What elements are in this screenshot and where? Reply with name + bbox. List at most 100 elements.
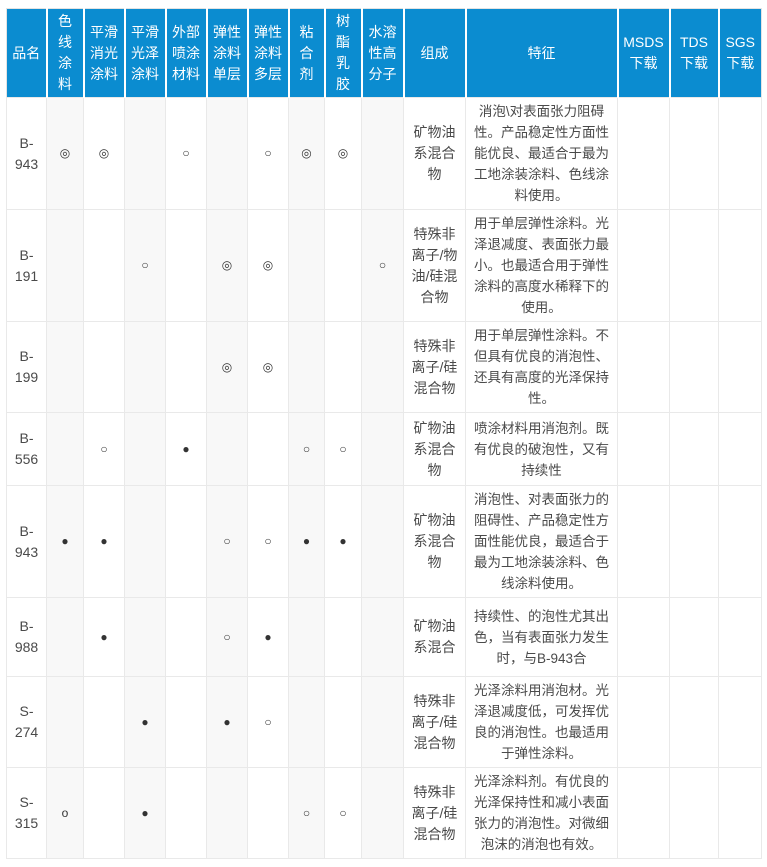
- tds-download-cell: [670, 210, 719, 322]
- rating-cell-resin-emulsion: [325, 598, 362, 677]
- rating-cell-smooth-matte-paint: ●: [84, 598, 125, 677]
- features-cell: 用于单层弹性涂料。不但具有优良的消泡性、还具有高度的光泽保持性。: [466, 322, 618, 413]
- rating-cell-elastic-paint-multi-layer: ◎: [248, 210, 289, 322]
- table-row: S-315o●○○特殊非离子/硅混合物光泽涂料剂。有优良的光泽保持性和减小表面张…: [7, 768, 762, 859]
- rating-cell-exterior-spray-material: ○: [166, 98, 207, 210]
- table-row: B-556○●○○矿物油系混合物喷涂材料用消泡剂。既有优良的破泡性，又有持续性: [7, 413, 762, 486]
- col-header-product-name: 品名: [7, 9, 47, 98]
- sgs-download-cell: [719, 322, 762, 413]
- rating-cell-elastic-paint-single-layer: ○: [207, 598, 248, 677]
- col-header-sgs-download: SGS 下载: [719, 9, 762, 98]
- features-cell: 光泽涂料剂。有优良的光泽保持性和减小表面张力的消泡性。对微细泡沫的消泡也有效。: [466, 768, 618, 859]
- rating-cell-smooth-matte-paint: ●: [84, 486, 125, 598]
- msds-download-cell: [618, 768, 670, 859]
- composition-cell: 特殊非离子/物油/硅混合物: [404, 210, 466, 322]
- rating-cell-adhesive: ○: [289, 413, 325, 486]
- features-cell: 光泽涂料用消泡材。光泽退减度低，可发挥优良的消泡性。也最适用于弹性涂料。: [466, 677, 618, 768]
- rating-cell-color-line-paint: [47, 322, 84, 413]
- col-header-resin-emulsion: 树 酯 乳 胶: [325, 9, 362, 98]
- table-row: B-943●●○○●●矿物油系混合物消泡性、对表面张力的阻碍性、产品稳定性方面性…: [7, 486, 762, 598]
- col-header-elastic-paint-single-layer: 弹性 涂料 单层: [207, 9, 248, 98]
- rating-cell-color-line-paint: o: [47, 768, 84, 859]
- col-header-features: 特征: [466, 9, 618, 98]
- tds-download-cell: [670, 322, 719, 413]
- col-header-elastic-paint-multi-layer: 弹性 涂料 多层: [248, 9, 289, 98]
- rating-cell-elastic-paint-multi-layer: ●: [248, 598, 289, 677]
- rating-cell-water-soluble-polymer: [362, 322, 404, 413]
- rating-cell-smooth-matte-paint: [84, 768, 125, 859]
- rating-cell-elastic-paint-multi-layer: [248, 768, 289, 859]
- rating-cell-elastic-paint-multi-layer: ○: [248, 486, 289, 598]
- features-cell: 喷涂材料用消泡剂。既有优良的破泡性，又有持续性: [466, 413, 618, 486]
- rating-cell-smooth-matte-paint: ○: [84, 413, 125, 486]
- rating-cell-water-soluble-polymer: [362, 413, 404, 486]
- tds-download-cell: [670, 677, 719, 768]
- col-header-smooth-matte-paint: 平滑 消光 涂料: [84, 9, 125, 98]
- table-header: 品名 色 线 涂 料 平滑 消光 涂料 平滑 光泽 涂料 外部 喷涂 材料 弹性…: [7, 9, 762, 98]
- msds-download-cell: [618, 322, 670, 413]
- rating-cell-smooth-matte-paint: [84, 677, 125, 768]
- rating-cell-elastic-paint-multi-layer: ◎: [248, 322, 289, 413]
- features-cell: 消泡性、对表面张力的阻碍性、产品稳定性方面性能优良，最适合于最为工地涂装涂料、色…: [466, 486, 618, 598]
- sgs-download-cell: [719, 677, 762, 768]
- rating-cell-adhesive: ○: [289, 768, 325, 859]
- rating-cell-smooth-gloss-paint: ●: [125, 677, 166, 768]
- table-body: B-943◎◎○○◎◎矿物油系混合物消泡\对表面张力阻碍性。产品稳定性方面性能优…: [7, 98, 762, 859]
- rating-cell-exterior-spray-material: [166, 322, 207, 413]
- rating-cell-water-soluble-polymer: ○: [362, 210, 404, 322]
- rating-cell-exterior-spray-material: [166, 210, 207, 322]
- sgs-download-cell: [719, 413, 762, 486]
- rating-cell-smooth-gloss-paint: [125, 413, 166, 486]
- sgs-download-cell: [719, 210, 762, 322]
- table-row: S-274●●○特殊非离子/硅混合物光泽涂料用消泡材。光泽退减度低，可发挥优良的…: [7, 677, 762, 768]
- sgs-download-cell: [719, 486, 762, 598]
- product-name-cell: B-556: [7, 413, 47, 486]
- product-name-cell: S-315: [7, 768, 47, 859]
- rating-cell-color-line-paint: [47, 210, 84, 322]
- rating-cell-color-line-paint: ◎: [47, 98, 84, 210]
- composition-cell: 特殊非离子/硅混合物: [404, 322, 466, 413]
- tds-download-cell: [670, 768, 719, 859]
- rating-cell-smooth-gloss-paint: [125, 598, 166, 677]
- rating-cell-elastic-paint-multi-layer: ○: [248, 98, 289, 210]
- composition-cell: 矿物油系混合物: [404, 486, 466, 598]
- col-header-smooth-gloss-paint: 平滑 光泽 涂料: [125, 9, 166, 98]
- rating-cell-resin-emulsion: [325, 322, 362, 413]
- composition-cell: 矿物油系混合物: [404, 98, 466, 210]
- rating-cell-smooth-gloss-paint: ○: [125, 210, 166, 322]
- rating-cell-color-line-paint: [47, 413, 84, 486]
- rating-cell-adhesive: ●: [289, 486, 325, 598]
- rating-cell-smooth-matte-paint: ◎: [84, 98, 125, 210]
- rating-cell-elastic-paint-single-layer: ◎: [207, 210, 248, 322]
- rating-cell-resin-emulsion: ○: [325, 413, 362, 486]
- product-spec-table: 品名 色 线 涂 料 平滑 消光 涂料 平滑 光泽 涂料 外部 喷涂 材料 弹性…: [6, 8, 762, 859]
- rating-cell-smooth-gloss-paint: [125, 98, 166, 210]
- rating-cell-water-soluble-polymer: [362, 677, 404, 768]
- rating-cell-elastic-paint-single-layer: [207, 768, 248, 859]
- table-row: B-191○◎◎○特殊非离子/物油/硅混合物用于单层弹性涂料。光泽退减度、表面张…: [7, 210, 762, 322]
- col-header-composition: 组成: [404, 9, 466, 98]
- composition-cell: 特殊非离子/硅混合物: [404, 768, 466, 859]
- rating-cell-elastic-paint-single-layer: [207, 98, 248, 210]
- col-header-msds-download: MSDS 下载: [618, 9, 670, 98]
- col-header-exterior-spray-material: 外部 喷涂 材料: [166, 9, 207, 98]
- tds-download-cell: [670, 98, 719, 210]
- features-cell: 消泡\对表面张力阻碍性。产品稳定性方面性能优良、最适合于最为工地涂装涂料、色线涂…: [466, 98, 618, 210]
- col-header-adhesive: 粘 合 剂: [289, 9, 325, 98]
- rating-cell-adhesive: [289, 677, 325, 768]
- tds-download-cell: [670, 598, 719, 677]
- col-header-water-soluble-polymer: 水溶 性高 分子: [362, 9, 404, 98]
- rating-cell-color-line-paint: ●: [47, 486, 84, 598]
- table-row: B-943◎◎○○◎◎矿物油系混合物消泡\对表面张力阻碍性。产品稳定性方面性能优…: [7, 98, 762, 210]
- rating-cell-resin-emulsion: ○: [325, 768, 362, 859]
- rating-cell-adhesive: ◎: [289, 98, 325, 210]
- rating-cell-resin-emulsion: ◎: [325, 98, 362, 210]
- composition-cell: 矿物油系混合: [404, 598, 466, 677]
- rating-cell-color-line-paint: [47, 598, 84, 677]
- rating-cell-exterior-spray-material: [166, 598, 207, 677]
- rating-cell-water-soluble-polymer: [362, 486, 404, 598]
- rating-cell-elastic-paint-multi-layer: ○: [248, 677, 289, 768]
- rating-cell-smooth-gloss-paint: [125, 486, 166, 598]
- msds-download-cell: [618, 677, 670, 768]
- product-name-cell: S-274: [7, 677, 47, 768]
